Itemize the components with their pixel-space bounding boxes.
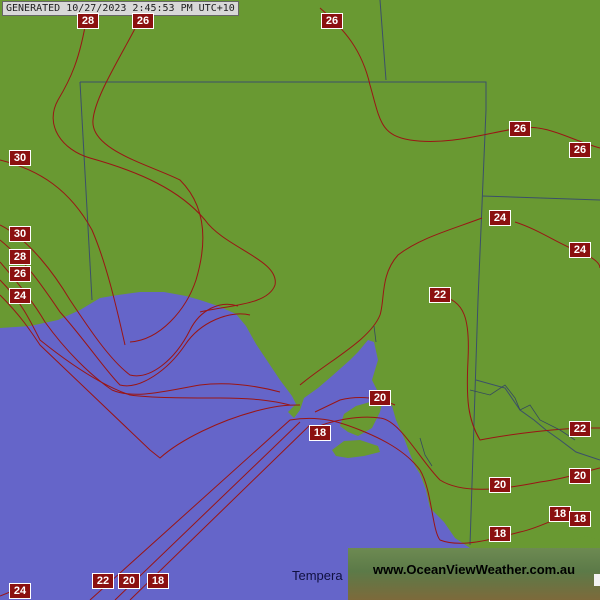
page-corner-marker xyxy=(594,574,600,586)
isotherm-label: 26 xyxy=(509,121,531,137)
brand-banner: www.OceanViewWeather.com.au xyxy=(348,548,600,600)
isotherm-label: 26 xyxy=(9,266,31,282)
legend-title: Tempera xyxy=(292,568,343,583)
isotherm-label: 22 xyxy=(92,573,114,589)
isotherm-label: 18 xyxy=(549,506,571,522)
isotherm-label: 30 xyxy=(9,150,31,166)
isotherm-label: 20 xyxy=(569,468,591,484)
isotherm-label: 24 xyxy=(569,242,591,258)
isotherm-label: 18 xyxy=(309,425,331,441)
brand-url[interactable]: www.OceanViewWeather.com.au xyxy=(348,562,600,577)
temperature-map xyxy=(0,0,600,600)
isotherm-label: 20 xyxy=(489,477,511,493)
isotherm-label: 26 xyxy=(132,13,154,29)
isotherm-label: 18 xyxy=(569,511,591,527)
isotherm-label: 20 xyxy=(369,390,391,406)
isotherm-label: 24 xyxy=(489,210,511,226)
isotherm-label: 28 xyxy=(9,249,31,265)
isotherm-label: 24 xyxy=(9,288,31,304)
isotherm-label: 30 xyxy=(9,226,31,242)
isotherm-label: 22 xyxy=(569,421,591,437)
isotherm-label: 22 xyxy=(429,287,451,303)
isotherm-label: 20 xyxy=(118,573,140,589)
isotherm-label: 18 xyxy=(147,573,169,589)
generated-timestamp: GENERATED 10/27/2023 2:45:53 PM UTC+10 xyxy=(2,1,239,16)
isotherm-label: 24 xyxy=(9,583,31,599)
isotherm-label: 26 xyxy=(569,142,591,158)
isotherm-label: 28 xyxy=(77,13,99,29)
isotherm-label: 26 xyxy=(321,13,343,29)
isotherm-label: 18 xyxy=(489,526,511,542)
